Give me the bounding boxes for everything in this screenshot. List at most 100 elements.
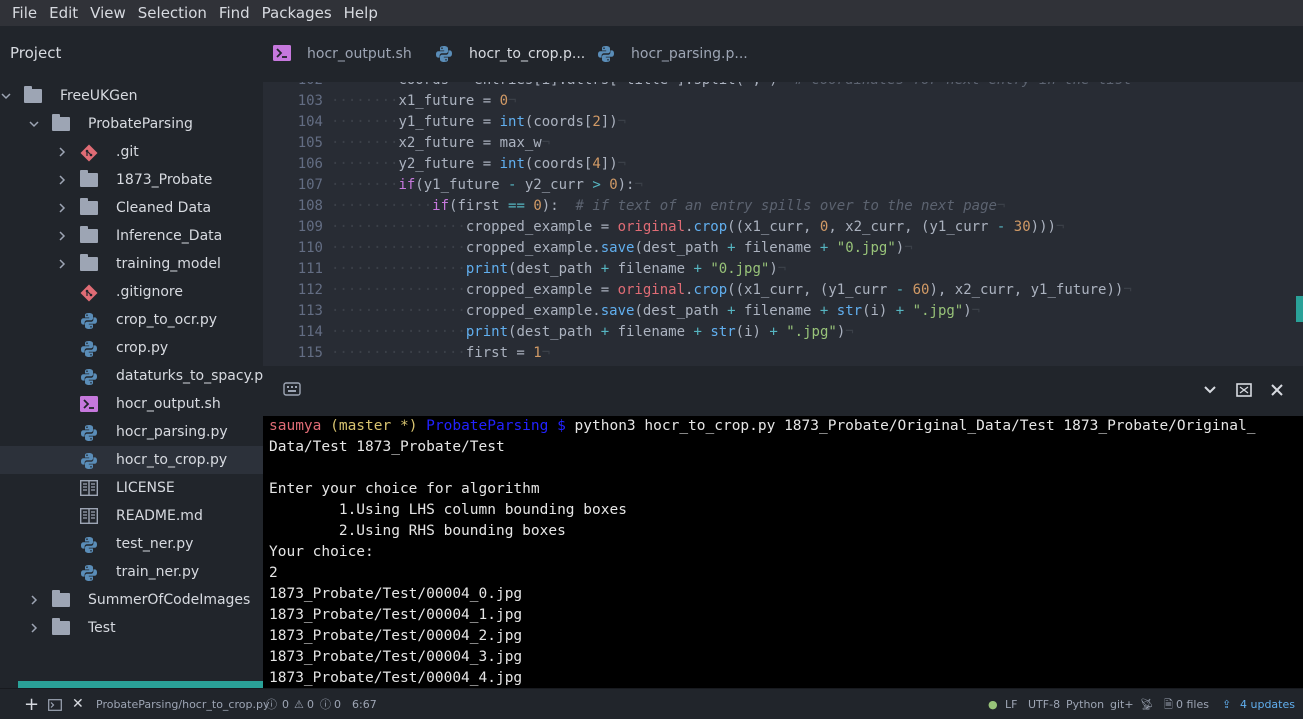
warning-count[interactable]: 0 [307,689,314,719]
tab-hocr-to-crop-p[interactable]: hocr_to_crop.p... [425,26,587,82]
file-icon[interactable]: 🗎︎ [1164,689,1173,719]
chevron-right-icon[interactable] [57,147,67,157]
prompt-user: saumya [269,418,322,434]
folder-icon [52,114,70,132]
code-text: ················cropped_example.save(des… [331,303,981,319]
tree-item[interactable]: Test [0,614,263,642]
line-number: 114 [297,324,323,340]
tree-item[interactable]: FreeUKGen [0,82,263,110]
info-icon[interactable]: ⓘ [320,689,331,719]
tree-item[interactable]: hocr_to_crop.py [0,446,263,474]
tree-item[interactable]: LICENSE [0,474,263,502]
chevron-right-icon[interactable] [57,175,67,185]
tree-item[interactable]: crop.py [0,334,263,362]
code-line: 102 ········coords = entries[i].attrs['ti… [263,82,1303,91]
maximize-icon[interactable] [1236,382,1252,397]
tree-item-label: 1873_Probate [116,172,213,188]
tree-item[interactable]: Cleaned Data [0,194,263,222]
keyboard-icon[interactable] [283,381,301,396]
tree-item[interactable]: training_model [0,250,263,278]
terminal-line: 1873_Probate/Test/00004_0.jpg [269,586,523,602]
tree-item[interactable]: ProbateParsing [0,110,263,138]
tab-hocr-output-sh[interactable]: hocr_output.sh [263,26,425,82]
tree-item[interactable]: Inference_Data [0,222,263,250]
close-icon[interactable] [1270,382,1284,396]
tree-item-label: crop.py [116,340,169,356]
updates-count[interactable]: 4 updates [1240,689,1295,719]
line-number: 108 [297,198,323,214]
code-line: 107 ········if(y1_future - y2_curr > 0):¬ [263,175,1303,196]
broadcast-icon[interactable]: 📡︎ [1140,689,1154,719]
tree-item[interactable]: .gitignore [0,278,263,306]
encoding[interactable]: UTF-8 [1028,689,1060,719]
panel-header: Project hocr_output.sh hocr_to_crop.p... h… [0,26,1303,82]
tree-item-label: Inference_Data [116,228,223,244]
menu-file[interactable]: File [6,0,43,26]
menu-packages[interactable]: Packages [256,0,338,26]
cursor-position[interactable]: 6:67 [352,689,377,719]
code-line: 109 ················cropped_example = ori… [263,217,1303,238]
tree-item-label: FreeUKGen [60,88,138,104]
menu-find[interactable]: Find [213,0,256,26]
terminal-line: 1873_Probate/Test/00004_2.jpg [269,628,523,644]
python-file-icon [80,564,98,581]
error-count[interactable]: 0 [282,689,289,719]
tree-item-label: hocr_output.sh [116,396,221,412]
git-status[interactable]: git+ [1110,689,1134,719]
tree-item[interactable]: dataturks_to_spacy.py [0,362,271,390]
tree-item[interactable]: hocr_output.sh [0,390,263,418]
tree-item[interactable]: README.md [0,502,263,530]
menu-help[interactable]: Help [338,0,384,26]
tree-item-label: .gitignore [116,284,183,300]
error-icon[interactable]: ⓘ [266,689,277,719]
progress-bar [18,681,263,688]
tab-label: hocr_to_crop.p... [469,46,586,62]
menu-view[interactable]: View [84,0,132,26]
chevron-right-icon[interactable] [29,623,39,633]
code-text: ················cropped_example.save(des… [331,240,913,256]
tree-item[interactable]: 1873_Probate [0,166,263,194]
terminal-icon[interactable] [48,689,62,719]
tree-item[interactable]: .git [0,138,263,166]
grammar[interactable]: Python [1066,689,1104,719]
tree-item[interactable]: SummerOfCodeImages [0,586,263,614]
menu-edit[interactable]: Edit [43,0,84,26]
chevron-right-icon[interactable] [57,259,67,269]
code-line: 103 ········x1_future = 0¬ [263,91,1303,112]
chevron-right-icon[interactable] [29,595,39,605]
line-ending[interactable]: LF [1005,689,1017,719]
line-number: 105 [297,135,323,151]
info-count[interactable]: 0 [334,689,341,719]
code-editor[interactable]: 102 ········coords = entries[i].attrs['ti… [263,82,1303,366]
line-number: 107 [297,177,323,193]
tree-item[interactable]: test_ner.py [0,530,263,558]
chevron-right-icon[interactable] [57,203,67,213]
chevron-down-icon[interactable] [1203,382,1217,396]
menu-selection[interactable]: Selection [132,0,213,26]
code-text: ················first = 1¬ [331,345,551,361]
changed-files[interactable]: 0 files [1176,689,1209,719]
git-icon [80,144,98,162]
terminal-line: 2.Using RHS bounding boxes [269,523,566,539]
update-icon[interactable]: ⇪ [1222,689,1231,719]
add-icon[interactable]: + [24,689,39,719]
terminal-line: 1873_Probate/Test/00004_3.jpg [269,649,523,665]
tree-item[interactable]: crop_to_ocr.py [0,306,263,334]
chevron-down-icon[interactable] [29,119,39,129]
file-path[interactable]: ProbateParsing/hocr_to_crop.py [96,689,269,719]
tree-item-label: hocr_to_crop.py [116,452,228,468]
tab-label: hocr_output.sh [307,46,412,62]
tree-item[interactable]: train_ner.py [0,558,263,586]
close-terminal-icon[interactable]: ✕ [72,689,84,719]
chevron-down-icon[interactable] [1,91,11,101]
python-file-icon [80,536,98,553]
chevron-right-icon[interactable] [57,231,67,241]
folder-icon [52,590,70,608]
tab-hocr-parsing-p[interactable]: hocr_parsing.p... [587,26,748,82]
warning-icon[interactable]: ⚠ [294,689,304,719]
line-number: 109 [297,219,323,235]
terminal-output[interactable]: saumya (master *) ProbateParsing $ pytho… [263,416,1303,688]
python-file-icon [80,424,98,441]
tree-item[interactable]: hocr_parsing.py [0,418,263,446]
code-text: ········if(y1_future - y2_curr > 0):¬ [331,177,643,193]
